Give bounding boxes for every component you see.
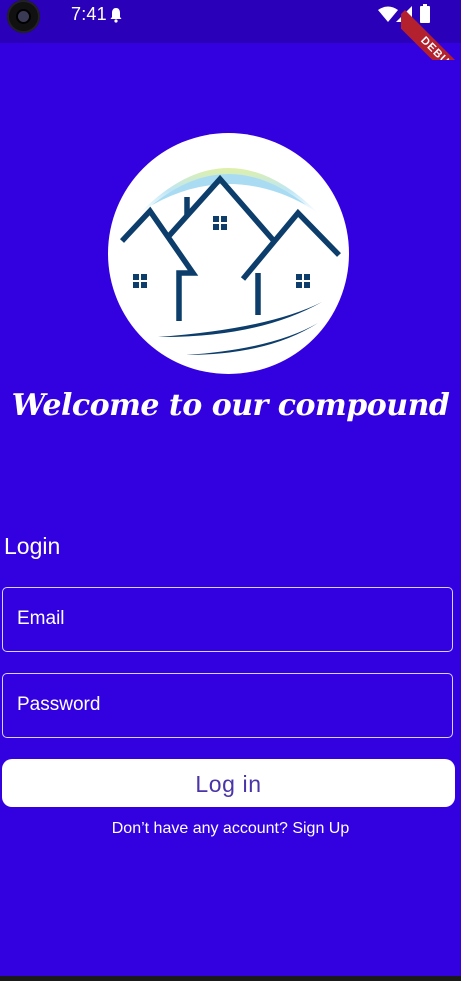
debug-label: DEBUG (401, 10, 461, 60)
wifi-icon (378, 6, 398, 22)
debug-banner: DEBUG (401, 0, 461, 60)
welcome-title: Welcome to our compound (11, 388, 450, 423)
compound-logo (108, 133, 349, 374)
email-field[interactable]: Email (2, 587, 453, 652)
status-time: 7:41 (71, 4, 107, 24)
status-bar: 7:41 DEBUG (0, 0, 461, 60)
password-label: Password (17, 694, 101, 715)
navigation-bar (0, 976, 461, 981)
login-heading: Login (4, 533, 61, 559)
password-field[interactable]: Password (2, 673, 453, 738)
notification-bell-icon (110, 8, 122, 23)
email-label: Email (17, 608, 65, 629)
camera-cutout (7, 0, 40, 33)
login-button[interactable]: Log in (2, 759, 455, 807)
signup-link[interactable]: Don’t have any account? Sign Up (0, 820, 461, 838)
